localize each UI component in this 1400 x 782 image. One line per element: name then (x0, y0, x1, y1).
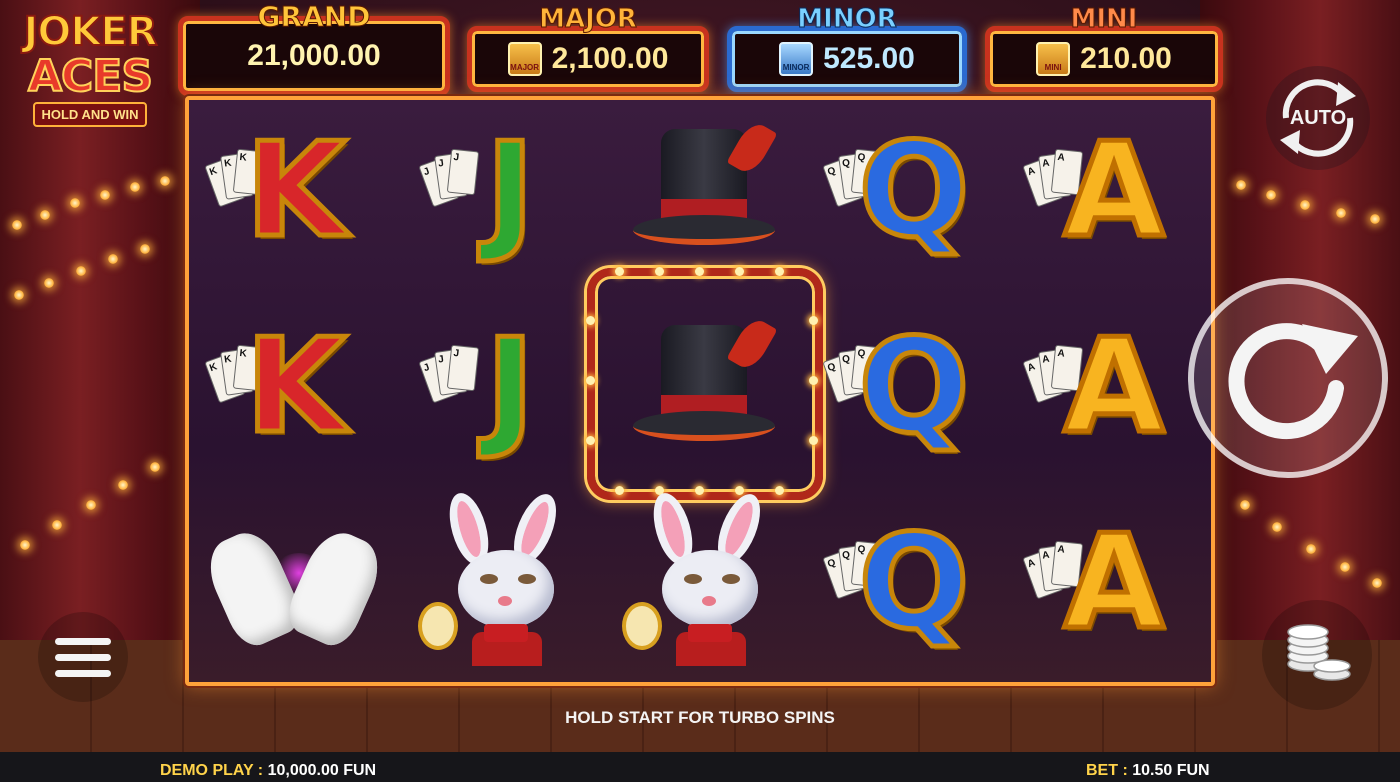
symbol-a-letter: A (1061, 506, 1167, 658)
menu-button[interactable] (38, 612, 128, 702)
symbol-top-hat (609, 300, 799, 480)
logo-joker-text: JOKER (22, 9, 158, 55)
autoplay-label: AUTO (1289, 106, 1347, 129)
symbol-q: Q Q Q Q (819, 492, 1009, 672)
hamburger-icon-line (55, 669, 111, 677)
coin-stack-icon (1287, 624, 1351, 681)
symbol-q: Q Q Q Q (819, 296, 1009, 476)
symbol-q-letter: Q (856, 506, 971, 658)
jackpot-minor-label: MINOR (797, 4, 897, 35)
turbo-spin-hint: HOLD START FOR TURBO SPINS (565, 708, 835, 727)
symbol-k-letter: K (243, 114, 349, 266)
symbol-j: J J J J (415, 296, 605, 476)
demo-label: DEMO PLAY : (160, 762, 268, 779)
jackpot-major: MAJOR 2,100.00 MAJOR (467, 4, 709, 92)
hamburger-icon-line (55, 637, 111, 645)
jackpot-major-value: 2,100.00 (551, 42, 669, 75)
bet-amount: BET : 10.50 FUN (1086, 762, 1210, 780)
white-rabbit-icon (618, 488, 798, 672)
symbol-a: A A A A (1019, 492, 1209, 672)
bet-value: 10.50 FUN (1132, 762, 1210, 779)
demo-balance-value: 10,000.00 FUN (267, 762, 377, 779)
symbol-white-gloves (198, 498, 390, 678)
top-hat-icon (629, 118, 779, 269)
symbol-a: A A A A (1019, 100, 1209, 280)
symbol-top-hat (609, 104, 799, 284)
jackpot-minor: MINOR 525.00 MINOR (727, 4, 967, 92)
mini-jackpot-icon: MINI (1036, 42, 1071, 76)
major-jackpot-icon: MAJOR (507, 42, 542, 76)
white-rabbit-icon (414, 488, 594, 672)
spin-button[interactable] (1188, 278, 1388, 478)
jackpot-major-label: MAJOR (539, 4, 638, 35)
white-gloves-icon (198, 523, 390, 653)
symbol-a: A A A A (1019, 296, 1209, 476)
jackpot-major-box: MAJOR 2,100.00 (467, 26, 709, 92)
symbol-q-letter: Q (856, 310, 971, 462)
symbol-j: J J J J (415, 100, 605, 280)
symbol-rabbit (613, 488, 803, 672)
symbol-a-letter: A (1061, 310, 1167, 462)
symbol-k: K K K K (201, 296, 391, 476)
game-logo: JOKER ACES HOLD AND WIN (10, 9, 170, 127)
symbol-a-letter: A (1061, 114, 1167, 266)
spin-arrow-icon (1228, 323, 1358, 440)
bet-label: BET : (1086, 762, 1133, 779)
jackpot-grand: 21,000.00 GRAND (178, 0, 450, 96)
top-hat-icon (629, 314, 779, 465)
jackpot-mini-box: MINI 210.00 (985, 26, 1223, 92)
playing-cards-icon: J J J (418, 344, 485, 416)
hamburger-icon-line (55, 653, 111, 661)
logo-aces-text: ACES (27, 51, 154, 102)
autoplay-button[interactable]: AUTO (1266, 66, 1370, 170)
symbol-j-letter: J (483, 114, 536, 266)
status-bar: DEMO PLAY : 10,000.00 FUN BET : 10.50 FU… (0, 752, 1400, 782)
jackpot-minor-value: 525.00 (823, 42, 915, 75)
demo-balance: DEMO PLAY : 10,000.00 FUN (160, 762, 376, 780)
logo-tagline: HOLD AND WIN (33, 102, 147, 127)
jackpot-mini-label: MINI (1070, 4, 1138, 35)
jackpot-minor-box: MINOR 525.00 (727, 26, 967, 92)
symbol-rabbit (409, 488, 599, 672)
reel-grid: K K K K J J J J Q Q Q Q A A A A K K K K … (185, 96, 1215, 686)
symbol-q: Q Q Q Q (819, 100, 1009, 280)
bet-settings-button[interactable] (1262, 600, 1372, 710)
playing-cards-icon: J J J (418, 148, 485, 220)
jackpot-mini-value: 210.00 (1080, 42, 1172, 75)
minor-jackpot-icon: MINOR (779, 42, 814, 76)
jackpot-grand-label: GRAND (257, 0, 371, 34)
symbol-k-letter: K (243, 310, 349, 462)
symbol-q-letter: Q (856, 114, 971, 266)
symbol-k: K K K K (201, 100, 391, 280)
jackpot-mini: MINI 210.00 MINI (985, 4, 1223, 92)
symbol-j-letter: J (483, 310, 536, 462)
jackpot-grand-value: 21,000.00 (247, 39, 381, 72)
